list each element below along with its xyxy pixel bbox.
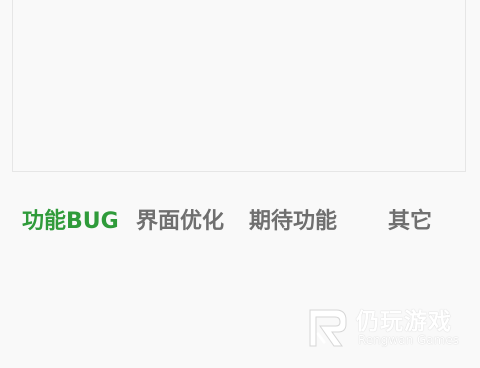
tab-function-bug[interactable]: 功能BUG — [22, 205, 119, 239]
watermark: 仍玩游戏 Rengwan Games — [306, 302, 466, 352]
feedback-text-area[interactable] — [12, 0, 466, 172]
tab-ui-optimization[interactable]: 界面优化 — [136, 205, 224, 239]
rengwan-logo-icon — [309, 309, 347, 347]
watermark-title: 仍玩游戏 — [356, 309, 452, 335]
tab-other[interactable]: 其它 — [388, 205, 432, 239]
watermark-subtitle: Rengwan Games — [358, 333, 459, 347]
tab-expected-feature[interactable]: 期待功能 — [249, 205, 337, 239]
